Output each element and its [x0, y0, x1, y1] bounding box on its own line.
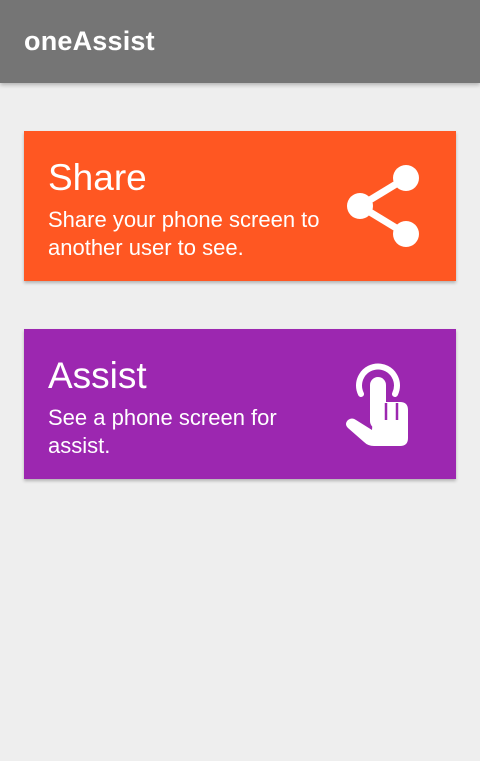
share-card-subtitle: Share your phone screen to another user …	[48, 207, 320, 260]
share-card[interactable]: Share Share your phone screen to another…	[24, 131, 456, 281]
app-title: oneAssist	[24, 26, 155, 56]
assist-card[interactable]: Assist See a phone screen for assist.	[24, 329, 456, 479]
assist-card-title: Assist	[48, 355, 147, 396]
touch-hand-icon	[344, 362, 426, 446]
share-icon	[344, 164, 426, 248]
assist-card-subtitle: See a phone screen for assist.	[48, 405, 277, 458]
share-card-title: Share	[48, 157, 147, 198]
app-bar: oneAssist	[0, 0, 480, 83]
